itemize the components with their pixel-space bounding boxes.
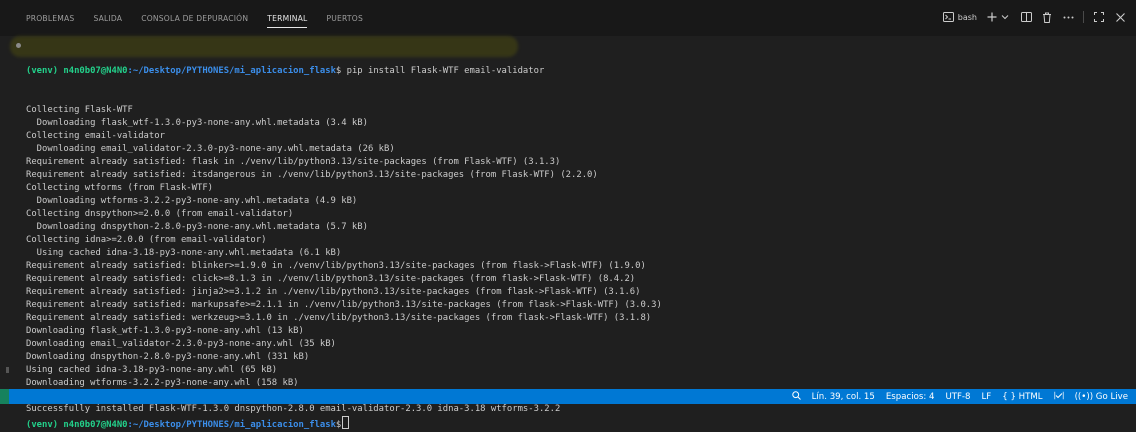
broadcast-icon: ((•)) xyxy=(1074,391,1096,402)
check-icon[interactable] xyxy=(1054,391,1064,403)
current-prompt-line: (venv) n4n0b07@N4N0:~/Desktop/PYTHONES/m… xyxy=(26,416,662,430)
output-line: Downloading dnspython-2.8.0-py3-none-any… xyxy=(26,222,368,232)
tab-salida[interactable]: SALIDA xyxy=(93,14,122,24)
prompt-user-host: (venv) n4n0b07@N4N0 xyxy=(26,420,128,430)
indentation[interactable]: Espacios: 4 xyxy=(886,392,935,402)
cursor-position[interactable]: Lín. 39, col. 15 xyxy=(812,392,875,402)
terminal-cursor[interactable] xyxy=(342,416,350,429)
plus-icon[interactable] xyxy=(986,11,998,23)
prompt-command: pip install Flask-WTF email-validator xyxy=(341,66,545,76)
prompt-path: :~/Desktop/PYTHONES/mi_aplicacion_flask xyxy=(127,66,336,76)
chevron-down-icon[interactable] xyxy=(999,11,1011,23)
command-decoration-success xyxy=(16,43,21,48)
output-line: Collecting email-validator xyxy=(26,131,165,141)
remote-indicator[interactable] xyxy=(0,389,9,404)
output-line: Downloading flask_wtf-1.3.0-py3-none-any… xyxy=(26,118,368,128)
command-highlight xyxy=(10,36,518,57)
prompt-path: :~/Desktop/PYTHONES/mi_aplicacion_flask xyxy=(127,420,336,430)
output-line: Downloading wtforms-3.2.2-py3-none-any.w… xyxy=(26,196,358,206)
end-of-line[interactable]: LF xyxy=(982,392,992,402)
output-line: Requirement already satisfied: itsdanger… xyxy=(26,170,598,180)
scroll-marker xyxy=(6,367,9,373)
output-line: Requirement already satisfied: flask in … xyxy=(26,157,561,167)
panel-tabbar: PROBLEMAS SALIDA CONSOLA DE DEPURACIÓN T… xyxy=(0,0,1136,36)
output-line: Downloading email_validator-2.3.0-py3-no… xyxy=(26,144,395,154)
output-line: Successfully installed Flask-WTF-1.3.0 d… xyxy=(26,404,561,414)
split-icon[interactable] xyxy=(1020,11,1032,23)
terminal-icon[interactable] xyxy=(943,11,955,23)
output-line: Downloading email_validator-2.3.0-py3-no… xyxy=(26,339,336,349)
trash-icon[interactable] xyxy=(1041,11,1053,23)
tab-puertos[interactable]: PUERTOS xyxy=(326,14,363,24)
go-live-button[interactable]: ((•)) Go Live xyxy=(1075,392,1128,402)
zoom-icon[interactable] xyxy=(791,390,801,403)
shell-label[interactable]: bash xyxy=(958,13,977,22)
tab-terminal[interactable]: TERMINAL xyxy=(267,14,308,28)
maximize-icon[interactable] xyxy=(1093,11,1105,23)
status-items: Lín. 39, col. 15 Espacios: 4 UTF-8 LF { … xyxy=(791,389,1128,404)
output-line: Collecting Flask-WTF xyxy=(26,105,133,115)
tab-consola-depuracion[interactable]: CONSOLA DE DEPURACIÓN xyxy=(141,14,248,24)
output-line: Collecting idna>=2.0.0 (from email-valid… xyxy=(26,235,267,245)
output-line: Downloading dnspython-2.8.0-py3-none-any… xyxy=(26,352,310,362)
go-live-label: Go Live xyxy=(1095,391,1128,402)
output-line: Requirement already satisfied: werkzeug>… xyxy=(26,313,652,323)
language-mode[interactable]: { } HTML xyxy=(1002,392,1042,402)
actions-separator xyxy=(1083,11,1084,23)
output-line: Requirement already satisfied: markupsaf… xyxy=(26,300,662,310)
status-bar: Lín. 39, col. 15 Espacios: 4 UTF-8 LF { … xyxy=(0,389,1136,404)
output-line: Using cached idna-3.18-py3-none-any.whl.… xyxy=(26,248,342,258)
output-line: Collecting dnspython>=2.0.0 (from email-… xyxy=(26,209,294,219)
panel-actions: bash xyxy=(943,11,1126,23)
panel-tabs: PROBLEMAS SALIDA CONSOLA DE DEPURACIÓN T… xyxy=(26,14,382,28)
output-line: Requirement already satisfied: click>=8.… xyxy=(26,274,636,284)
output-line: Requirement already satisfied: jinja2>=3… xyxy=(26,287,641,297)
prompt-line: (venv) n4n0b07@N4N0:~/Desktop/PYTHONES/m… xyxy=(26,65,662,78)
close-icon[interactable] xyxy=(1114,11,1126,23)
prompt-symbol: $ xyxy=(335,420,342,430)
terminal-lines: (venv) n4n0b07@N4N0:~/Desktop/PYTHONES/m… xyxy=(26,39,662,430)
tab-problemas[interactable]: PROBLEMAS xyxy=(26,14,74,24)
output-line: Downloading flask_wtf-1.3.0-py3-none-any… xyxy=(26,326,304,336)
output-line: Using cached idna-3.18-py3-none-any.whl … xyxy=(26,365,278,375)
encoding[interactable]: UTF-8 xyxy=(945,392,970,402)
output-line: Requirement already satisfied: blinker>=… xyxy=(26,261,646,271)
more-icon[interactable] xyxy=(1062,11,1074,23)
terminal-view[interactable]: (venv) n4n0b07@N4N0:~/Desktop/PYTHONES/m… xyxy=(0,36,1136,430)
output-line: Collecting wtforms (from Flask-WTF) xyxy=(26,183,214,193)
prompt-user-host: (venv) n4n0b07@N4N0 xyxy=(26,66,128,76)
